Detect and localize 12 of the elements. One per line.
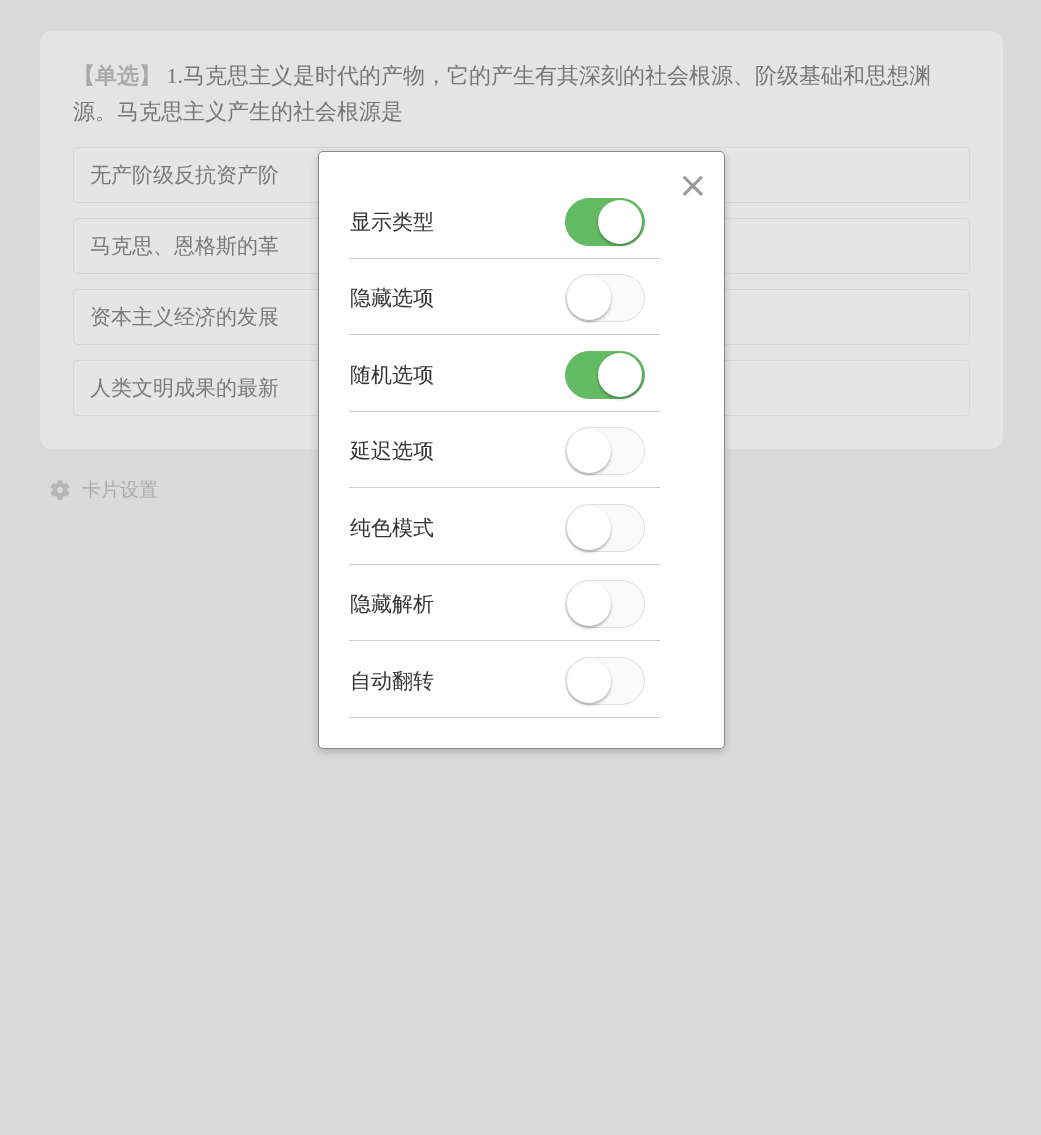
setting-label: 隐藏选项 (350, 285, 434, 313)
setting-label: 显示类型 (350, 208, 434, 236)
setting-label: 隐藏解析 (350, 591, 434, 619)
setting-label: 延迟选项 (350, 438, 434, 466)
setting-label: 随机选项 (350, 361, 434, 389)
toggle-switch[interactable] (565, 197, 645, 246)
close-button[interactable]: × (677, 170, 708, 200)
question-text: 【单选】 1.马克思主义是时代的产物，它的产生有其深刻的社会根源、阶级基础和思想渊源。马克思主义产生的社会根源是 (73, 62, 932, 126)
setting-label: 纯色模式 (350, 514, 434, 542)
gear-icon[interactable] (50, 480, 70, 500)
setting-label: 自动翻转 (350, 667, 434, 695)
toggle-switch[interactable] (565, 350, 645, 399)
